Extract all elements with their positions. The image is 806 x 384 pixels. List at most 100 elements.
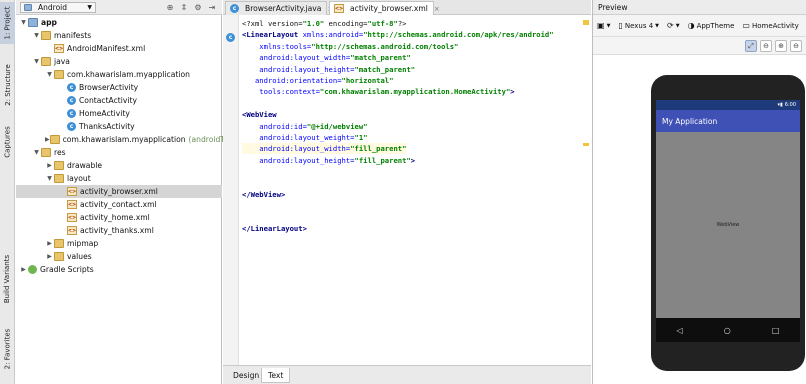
code-line: <?xml version="1.0" encoding="utf-8"?>	[242, 19, 407, 28]
zoom-fit-icon[interactable]: ⤢	[745, 40, 757, 52]
tree-item[interactable]: <> activity_home.xml	[16, 211, 222, 224]
render-options-button[interactable]: ▣ ▼	[595, 19, 612, 33]
tree-item-label: java	[54, 57, 70, 66]
class-link-icon[interactable]: c	[226, 33, 235, 42]
zoom-toolbar: ⤢ ⊖ ⊕ ⊖	[593, 37, 806, 55]
preview-title: Preview	[598, 2, 628, 12]
activity-selector[interactable]: ▭ HomeActivity	[740, 19, 800, 33]
tree-item-label: activity_browser.xml	[80, 187, 158, 196]
collapse-arrow-icon[interactable]: ▶	[19, 266, 28, 273]
tab-favorites[interactable]: 2: Favorites	[0, 326, 15, 372]
zoom-in-icon[interactable]: ⊕	[775, 40, 787, 52]
code-line: </LinearLayout>	[242, 224, 307, 234]
device-screen: ▾▮ 6:00 My Application WebView ◁ ○ □	[656, 100, 800, 342]
tree-item-label: activity_home.xml	[80, 213, 150, 222]
tree-item[interactable]: ▶ com.khawarislam.myapplication (androidTe	[16, 133, 228, 146]
rotate-icon: ⟳	[667, 21, 674, 30]
layers-icon: ▣	[597, 21, 605, 30]
tree-item[interactable]: ▼ java	[16, 55, 222, 68]
app-title: My Application	[662, 116, 718, 126]
zoom-out-icon[interactable]: ⊖	[790, 40, 802, 52]
tab-project[interactable]: 1: Project	[0, 2, 15, 44]
tree-item[interactable]: ▶ Gradle Scripts	[16, 263, 222, 276]
status-time: 6:00	[784, 102, 796, 108]
action-bar: My Application	[656, 110, 800, 132]
tab-label: activity_browser.xml	[350, 4, 428, 13]
activity-icon: ▭	[742, 21, 750, 30]
code-line: android:layout_width="fill_parent"	[242, 143, 407, 155]
tab-design[interactable]: Design	[227, 368, 265, 383]
tree-item[interactable]: <> activity_browser.xml	[16, 185, 222, 198]
tree-item[interactable]: c BrowserActivity	[16, 81, 222, 94]
folder-icon	[54, 174, 64, 183]
tree-item-label: app	[41, 18, 57, 27]
class-icon: c	[67, 109, 76, 118]
device-frame: ▾▮ 6:00 My Application WebView ◁ ○ □	[651, 75, 805, 371]
back-icon: ◁	[676, 325, 683, 335]
tree-item[interactable]: ▼ manifests	[16, 29, 222, 42]
tab-build-variants[interactable]: Build Variants	[0, 252, 15, 306]
code-line: android:layout_width="match_parent"	[242, 53, 411, 63]
device-selector[interactable]: ▯ Nexus 4 ▼	[616, 19, 661, 33]
tree-item[interactable]: c HomeActivity	[16, 107, 222, 120]
tree-item[interactable]: ▼ com.khawarislam.myapplication	[16, 68, 222, 81]
tab-browser-activity[interactable]: c BrowserActivity.java ×	[225, 1, 333, 15]
editor-gutter: c	[223, 15, 239, 365]
target-icon[interactable]: ⊕	[164, 1, 176, 13]
xml-file-icon: <>	[54, 44, 64, 53]
chevron-down-icon: ▼	[87, 3, 92, 11]
tree-item-label: ContactActivity	[79, 96, 137, 105]
tree-item-label: ThanksActivity	[79, 122, 135, 131]
collapse-arrow-icon[interactable]: ▶	[45, 253, 54, 260]
collapse-arrow-icon[interactable]: ▶	[45, 162, 54, 169]
folder-icon	[41, 148, 51, 157]
code-line: tools:context="com.khawarislam.myapplica…	[242, 87, 515, 97]
tree-item-label: values	[67, 252, 92, 261]
tab-activity-browser-xml[interactable]: <> activity_browser.xml ×	[329, 1, 440, 15]
tree-item[interactable]: <> AndroidManifest.xml	[16, 42, 222, 55]
expand-arrow-icon[interactable]: ▼	[32, 32, 41, 39]
theme-selector[interactable]: ◑ AppTheme	[686, 19, 737, 33]
tree-item[interactable]: <> activity_contact.xml	[16, 198, 222, 211]
class-icon: c	[67, 83, 76, 92]
tree-item[interactable]: c ContactActivity	[16, 94, 222, 107]
warning-marker[interactable]	[583, 20, 589, 25]
theme-icon: ◑	[687, 21, 695, 30]
tab-structure[interactable]: 2: Structure	[0, 60, 15, 110]
webview-placeholder[interactable]: WebView	[656, 132, 800, 318]
tree-item-label: res	[54, 148, 66, 157]
xml-file-icon: <>	[67, 226, 77, 235]
tab-text[interactable]: Text	[261, 368, 291, 383]
expand-arrow-icon[interactable]: ▼	[45, 71, 54, 78]
expand-arrow-icon[interactable]: ▼	[19, 19, 28, 26]
tree-item[interactable]: ▶ drawable	[16, 159, 222, 172]
tree-item[interactable]: ▼ app	[16, 16, 222, 29]
expand-arrow-icon[interactable]: ▼	[45, 175, 54, 182]
hide-icon[interactable]: ⇥	[206, 1, 218, 13]
close-icon[interactable]: ×	[434, 5, 440, 13]
view-selector[interactable]: Android ▼	[20, 1, 96, 13]
code-line: xmlns:tools="http://schemas.android.com/…	[242, 41, 459, 51]
tree-item[interactable]: ▶ mipmap	[16, 237, 222, 250]
expand-arrow-icon[interactable]: ▼	[32, 58, 41, 65]
collapse-arrow-icon[interactable]: ▶	[45, 240, 54, 247]
tree-item[interactable]: <> activity_thanks.xml	[16, 224, 222, 237]
warning-marker[interactable]	[583, 143, 589, 146]
expand-arrow-icon[interactable]: ▼	[32, 149, 41, 156]
class-icon: c	[67, 96, 76, 105]
tree-item[interactable]: ▼ res	[16, 146, 222, 159]
tab-captures[interactable]: Captures	[0, 122, 15, 162]
xml-file-icon: <>	[67, 200, 77, 209]
sync-icon[interactable]: ⇕	[178, 1, 190, 13]
gear-icon[interactable]: ⚙	[192, 1, 204, 13]
tree-item[interactable]: ▼ layout	[16, 172, 222, 185]
status-bar: ▾▮ 6:00	[656, 100, 800, 110]
zoom-actual-icon[interactable]: ⊖	[760, 40, 772, 52]
xml-file-icon: <>	[67, 187, 77, 196]
collapse-arrow-icon[interactable]: ▶	[45, 136, 50, 143]
tree-item[interactable]: c ThanksActivity	[16, 120, 222, 133]
orientation-button[interactable]: ⟳ ▼	[665, 19, 682, 33]
code-editor[interactable]: <?xml version="1.0" encoding="utf-8"?> <L…	[240, 15, 591, 365]
folder-icon	[49, 135, 60, 144]
tree-item[interactable]: ▶ values	[16, 250, 222, 263]
